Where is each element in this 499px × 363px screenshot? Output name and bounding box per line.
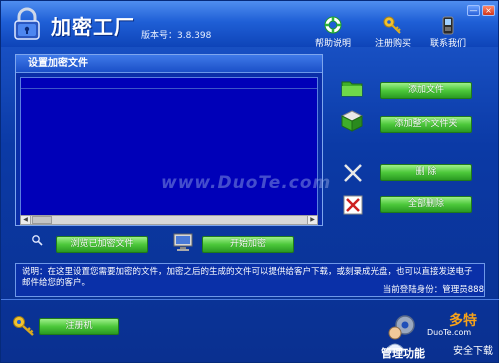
- close-button[interactable]: ×: [482, 5, 495, 16]
- delete-all-icon: [343, 195, 363, 215]
- version-label: 版本号：3.8.398: [141, 31, 212, 41]
- horizontal-scrollbar[interactable]: ◀ ▶: [20, 215, 318, 225]
- scroll-right-arrow-icon[interactable]: ▶: [307, 216, 317, 224]
- register-machine-button[interactable]: 注册机: [39, 318, 119, 335]
- folder-icon: [341, 81, 363, 97]
- key-icon: [383, 16, 401, 34]
- delete-all-button[interactable]: 全部删除: [380, 196, 472, 213]
- lifebuoy-icon: [324, 16, 342, 34]
- login-status: 当前登陆身份：管理员888: [382, 285, 484, 295]
- corner-brand: 多特: [449, 313, 477, 329]
- bottom-divider: [1, 299, 499, 300]
- delete-x-icon: [344, 164, 362, 182]
- help-label: 帮助说明: [314, 39, 351, 49]
- add-folder-button[interactable]: 添加整个文件夹: [380, 116, 472, 133]
- contact-label: 联系我们: [429, 39, 466, 49]
- file-list[interactable]: [20, 77, 318, 217]
- register-label: 注册购买: [374, 39, 411, 49]
- phone-icon: [442, 16, 454, 35]
- browse-encrypted-button[interactable]: 浏览已加密文件: [56, 236, 148, 253]
- app-title: 加密工厂: [51, 15, 135, 39]
- scroll-left-arrow-icon[interactable]: ◀: [21, 216, 31, 224]
- magnifier-icon: [32, 235, 43, 246]
- help-link[interactable]: 帮助说明: [313, 15, 353, 49]
- delete-button[interactable]: 删 除: [380, 164, 472, 181]
- cube-icon: [340, 110, 364, 132]
- start-encrypt-button[interactable]: 开始加密: [202, 236, 294, 253]
- corner-tagline: 安全下载: [453, 346, 493, 357]
- add-file-button[interactable]: 添加文件: [380, 82, 472, 99]
- contact-link[interactable]: 联系我们: [426, 15, 470, 49]
- title-bar[interactable]: 加密工厂 版本号：3.8.398 — × 帮助说明 注册购买 联系我们: [1, 1, 498, 49]
- scroll-thumb[interactable]: [32, 216, 52, 224]
- monitor-icon: [173, 233, 193, 251]
- register-link[interactable]: 注册购买: [371, 15, 415, 49]
- list-header-divider: [21, 88, 317, 89]
- duote-corner-logo: 多特 DuoTe.com 安全下载: [419, 306, 499, 362]
- encrypt-files-panel: 设置加密文件 ◀ ▶: [15, 54, 323, 226]
- watermark: www.DuoTe.com: [161, 173, 332, 193]
- panel-title: 设置加密文件: [16, 55, 322, 73]
- corner-sub: DuoTe.com: [427, 328, 472, 337]
- main-window: 加密工厂 版本号：3.8.398 — × 帮助说明 注册购买 联系我们 设置加密…: [0, 0, 499, 363]
- padlock-logo-icon: [14, 7, 40, 40]
- register-key-icon: [13, 316, 34, 336]
